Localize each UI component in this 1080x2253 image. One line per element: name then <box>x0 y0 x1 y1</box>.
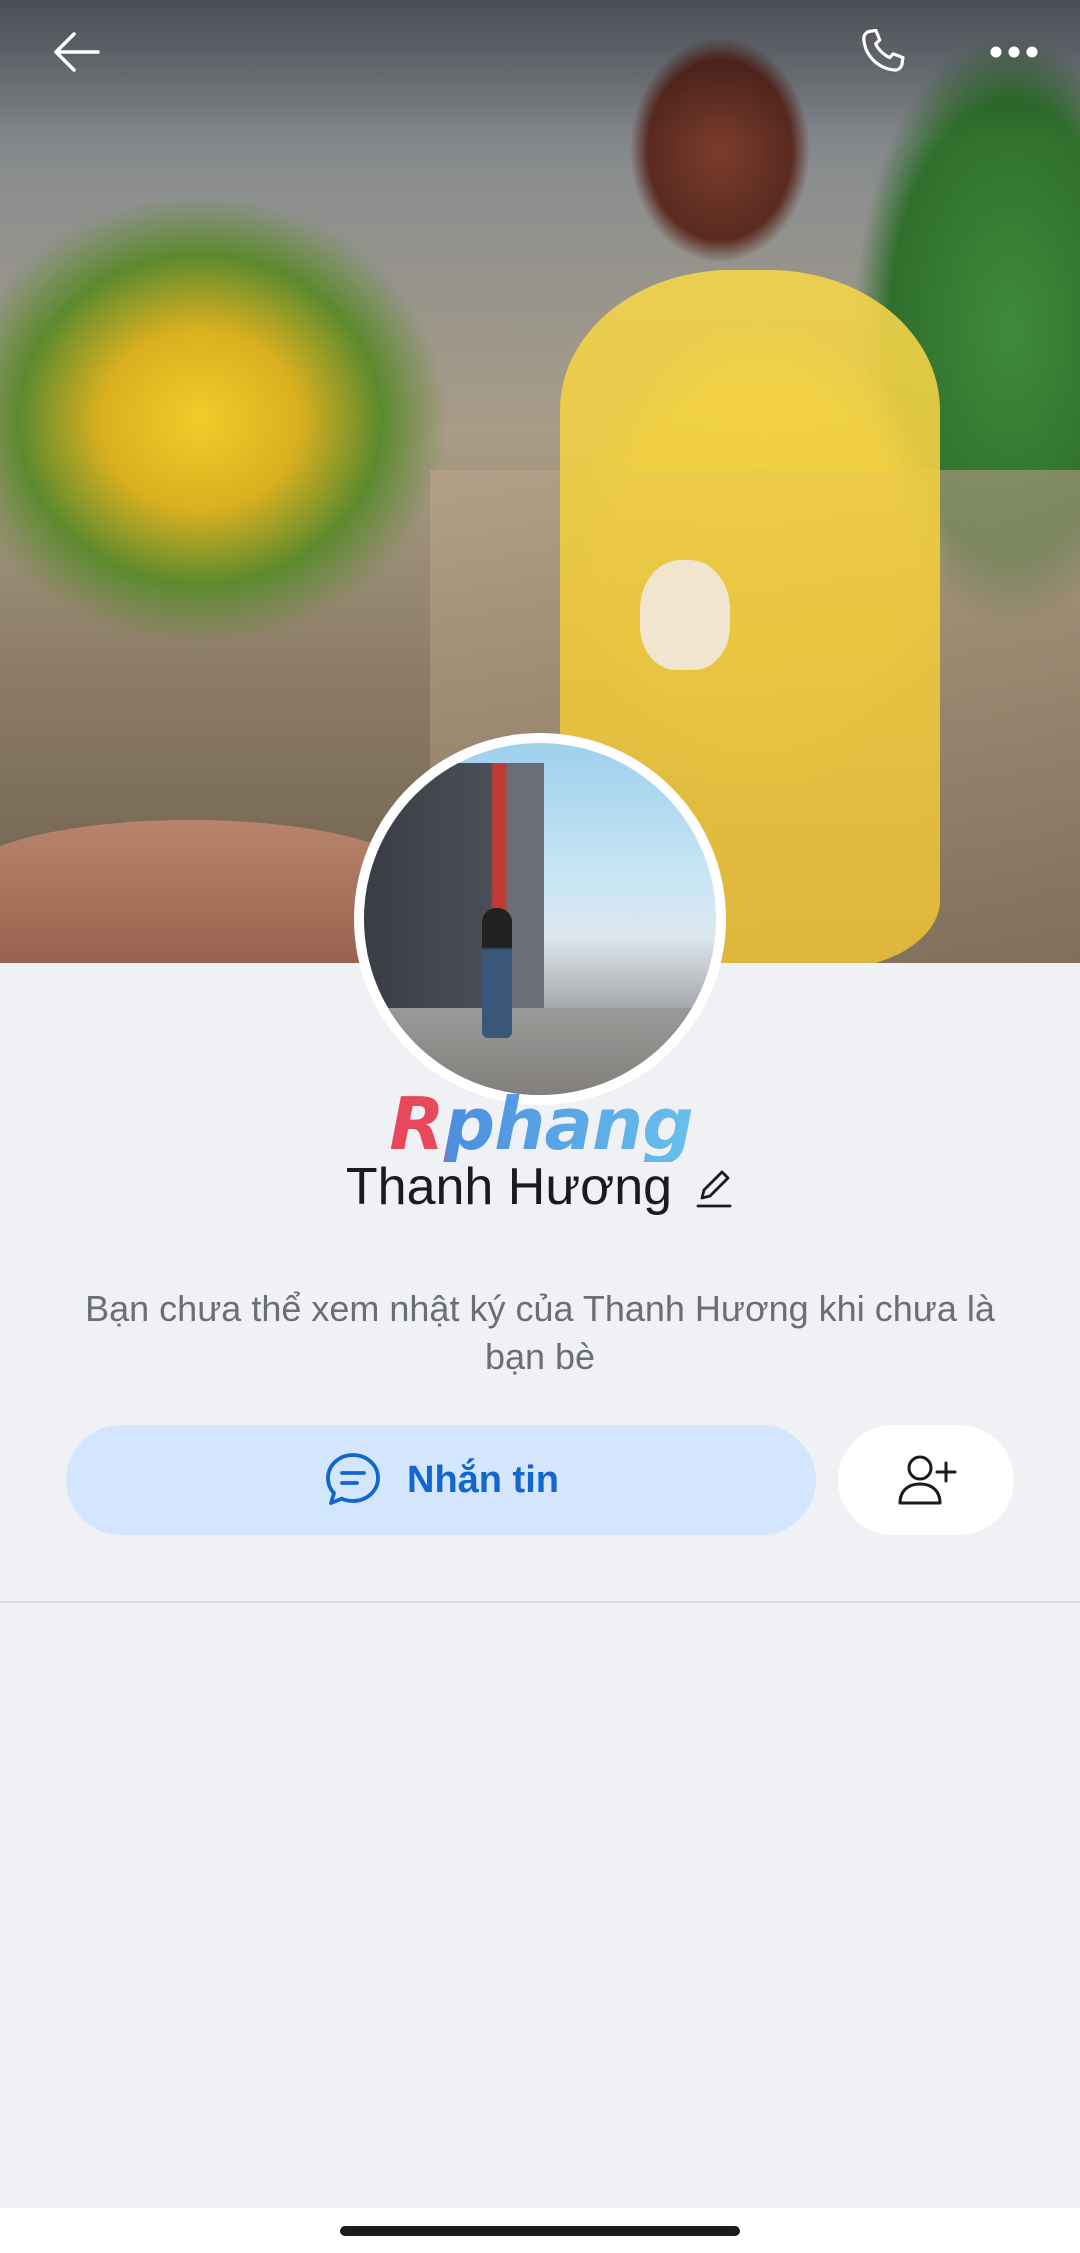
watermark-logo: Rphang <box>378 1086 704 1162</box>
home-indicator[interactable] <box>340 2226 740 2236</box>
cover-puppy <box>640 560 730 670</box>
avatar[interactable] <box>354 733 726 1105</box>
message-button[interactable]: Nhắn tin <box>66 1425 816 1535</box>
name-row: Thanh Hương <box>0 1152 1080 1222</box>
chat-bubble-icon <box>326 1453 380 1505</box>
arrow-left-icon <box>54 32 100 72</box>
pencil-icon <box>696 1170 732 1208</box>
profile-name: Thanh Hương <box>345 1158 673 1216</box>
add-friend-button[interactable] <box>838 1425 1014 1535</box>
call-button[interactable] <box>852 22 912 82</box>
profile-screen: Rphang Thanh Hương Bạn chưa thể xem nhật… <box>0 0 1080 2253</box>
edit-name-button[interactable] <box>694 1163 734 1211</box>
avatar-person <box>482 908 512 1038</box>
avatar-photo <box>364 743 716 1095</box>
add-friend-icon <box>898 1455 957 1505</box>
cover-top-shade <box>0 0 1080 140</box>
back-button[interactable] <box>46 22 106 82</box>
phone-icon <box>862 28 905 72</box>
more-options-button[interactable] <box>984 22 1044 82</box>
message-button-label: Nhắn tin <box>407 1458 559 1501</box>
section-divider <box>0 1601 1080 1603</box>
privacy-notice: Bạn chưa thể xem nhật ký của Thanh Hương… <box>85 1288 995 1377</box>
more-horizontal-icon <box>990 46 1038 58</box>
